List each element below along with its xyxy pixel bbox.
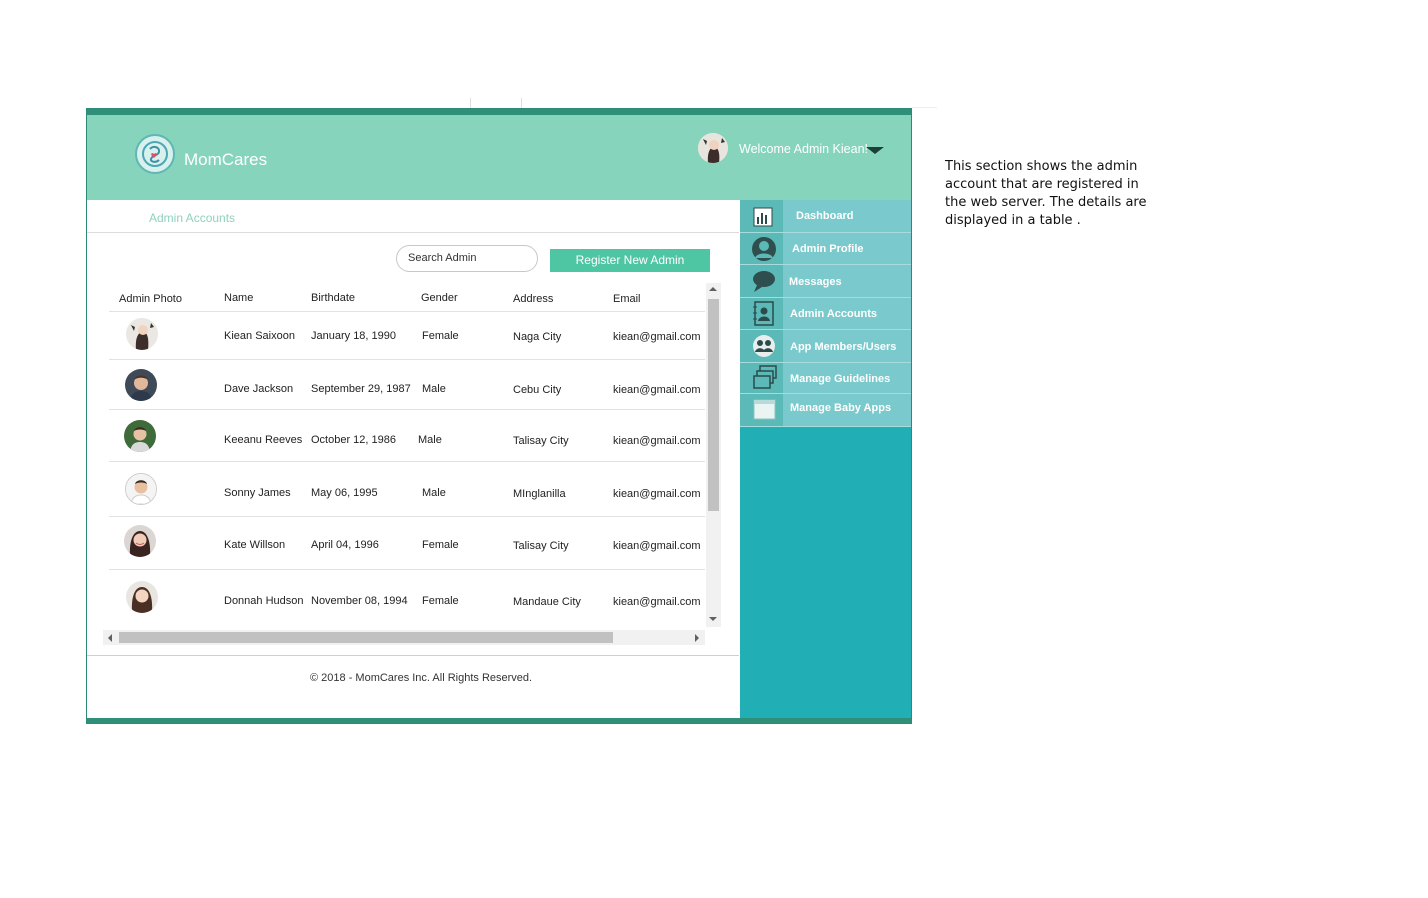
cell-name: Sonny James (224, 487, 291, 499)
cell-name: Kate Willson (224, 539, 286, 551)
sidebar-item-messages[interactable]: Messages (740, 265, 911, 298)
avatar (124, 525, 156, 557)
cell-email[interactable]: kiean@gmail.com (613, 435, 701, 447)
search-input[interactable]: Search Admin (396, 245, 538, 272)
cell-address: Naga City (513, 331, 562, 343)
scrollbar-thumb[interactable] (708, 299, 719, 511)
cell-gender: Male (418, 434, 442, 446)
divider (87, 655, 739, 656)
momcares-logo-icon[interactable] (135, 134, 175, 174)
cell-gender: Female (422, 539, 459, 551)
user-avatar[interactable] (698, 133, 728, 163)
chevron-down-icon[interactable] (866, 147, 884, 154)
scroll-down-icon[interactable] (709, 617, 717, 621)
divider (912, 107, 937, 108)
divider (109, 409, 705, 410)
window-icon (740, 394, 783, 426)
avatar (125, 369, 157, 401)
sidebar-item-label: Manage Guidelines (790, 373, 891, 385)
annotation-note: This section shows the admin account tha… (945, 159, 1147, 228)
cell-email[interactable]: kiean@gmail.com (613, 488, 701, 500)
brand-name[interactable]: MomCares (184, 150, 267, 170)
col-header-gender: Gender (421, 292, 458, 304)
horizontal-scrollbar[interactable] (103, 630, 705, 645)
sidebar-item-label: Admin Accounts (790, 308, 877, 320)
divider (109, 311, 705, 312)
cell-birthdate: May 06, 1995 (311, 487, 378, 499)
sidebar-item-label: App Members/Users (790, 341, 897, 353)
cell-email[interactable]: kiean@gmail.com (613, 540, 701, 552)
sidebar-item-manage-baby-apps[interactable]: Manage Baby Apps (740, 394, 911, 427)
cell-name: Donnah Hudson (224, 595, 304, 607)
avatar (126, 581, 158, 613)
cell-address: Mandaue City (513, 596, 581, 608)
cell-name: Dave Jackson (224, 383, 294, 395)
sidebar-item-label: Messages (789, 276, 842, 288)
avatar (124, 420, 156, 452)
cell-gender: Male (422, 487, 446, 499)
cell-email[interactable]: kiean@gmail.com (613, 331, 701, 343)
sidebar-item-label: Manage Baby Apps (790, 402, 892, 414)
divider (109, 359, 705, 360)
cell-birthdate: October 12, 1986 (311, 434, 397, 446)
divider (109, 461, 705, 462)
scrollbar-thumb[interactable] (119, 632, 613, 643)
col-header-name: Name (224, 292, 254, 304)
profile-icon (740, 233, 783, 264)
avatar (126, 318, 158, 350)
sidebar: Dashboard Admin Profile Messages Admin A… (740, 200, 911, 718)
cell-address: Cebu City (513, 384, 562, 396)
divider (109, 516, 705, 517)
cell-address: MInglanilla (513, 488, 566, 500)
welcome-text[interactable]: Welcome Admin Kiean! (739, 142, 868, 156)
sidebar-item-manage-guidelines[interactable]: Manage Guidelines (740, 363, 911, 394)
col-header-email: Email (613, 293, 641, 305)
sidebar-item-label: Dashboard (796, 210, 854, 222)
col-header-photo: Admin Photo (119, 293, 182, 305)
sidebar-item-app-members[interactable]: App Members/Users (740, 330, 911, 363)
sidebar-item-dashboard[interactable]: Dashboard (740, 200, 911, 233)
stacked-windows-icon (740, 363, 783, 393)
cell-birthdate: September 29, 1987 (311, 383, 411, 395)
cell-name: Kiean Saixoon (224, 330, 295, 342)
sidebar-item-label: Admin Profile (792, 243, 864, 255)
cell-email[interactable]: kiean@gmail.com (613, 384, 701, 396)
cell-address: Talisay City (513, 435, 569, 447)
register-new-admin-button[interactable]: Register New Admin (550, 249, 710, 272)
cell-address: Talisay City (513, 540, 569, 552)
app-window: MomCares Welcome Admin Kiean! Admin Acco… (86, 108, 912, 724)
footer-copyright: © 2018 - MomCares Inc. All Rights Reserv… (310, 672, 533, 684)
users-group-icon (740, 330, 783, 362)
cell-birthdate: April 04, 1996 (311, 539, 379, 551)
contact-book-icon (740, 298, 783, 329)
vertical-scrollbar[interactable] (706, 283, 721, 627)
cell-gender: Male (422, 383, 446, 395)
sidebar-item-admin-accounts[interactable]: Admin Accounts (740, 298, 911, 330)
avatar (125, 473, 157, 505)
scroll-right-icon[interactable] (695, 634, 699, 642)
cell-birthdate: January 18, 1990 (311, 330, 397, 342)
breadcrumb: Admin Accounts (149, 211, 236, 225)
cell-name: Keeanu Reeves (224, 434, 303, 446)
cell-email[interactable]: kiean@gmail.com (613, 596, 701, 608)
cell-birthdate: November 08, 1994 (311, 595, 408, 607)
scroll-left-icon[interactable] (108, 634, 112, 642)
cell-gender: Female (422, 595, 459, 607)
bar-chart-icon (740, 200, 783, 232)
chat-bubble-icon (740, 265, 783, 297)
col-header-birthdate: Birthdate (311, 292, 356, 304)
window-edge-fragment (470, 98, 522, 108)
header: MomCares Welcome Admin Kiean! (87, 115, 911, 200)
sidebar-item-admin-profile[interactable]: Admin Profile (740, 233, 911, 265)
divider (87, 232, 739, 233)
scroll-up-icon[interactable] (709, 287, 717, 291)
divider (109, 569, 705, 570)
bottom-border (87, 718, 911, 723)
cell-gender: Female (422, 330, 459, 342)
col-header-address: Address (513, 293, 554, 305)
